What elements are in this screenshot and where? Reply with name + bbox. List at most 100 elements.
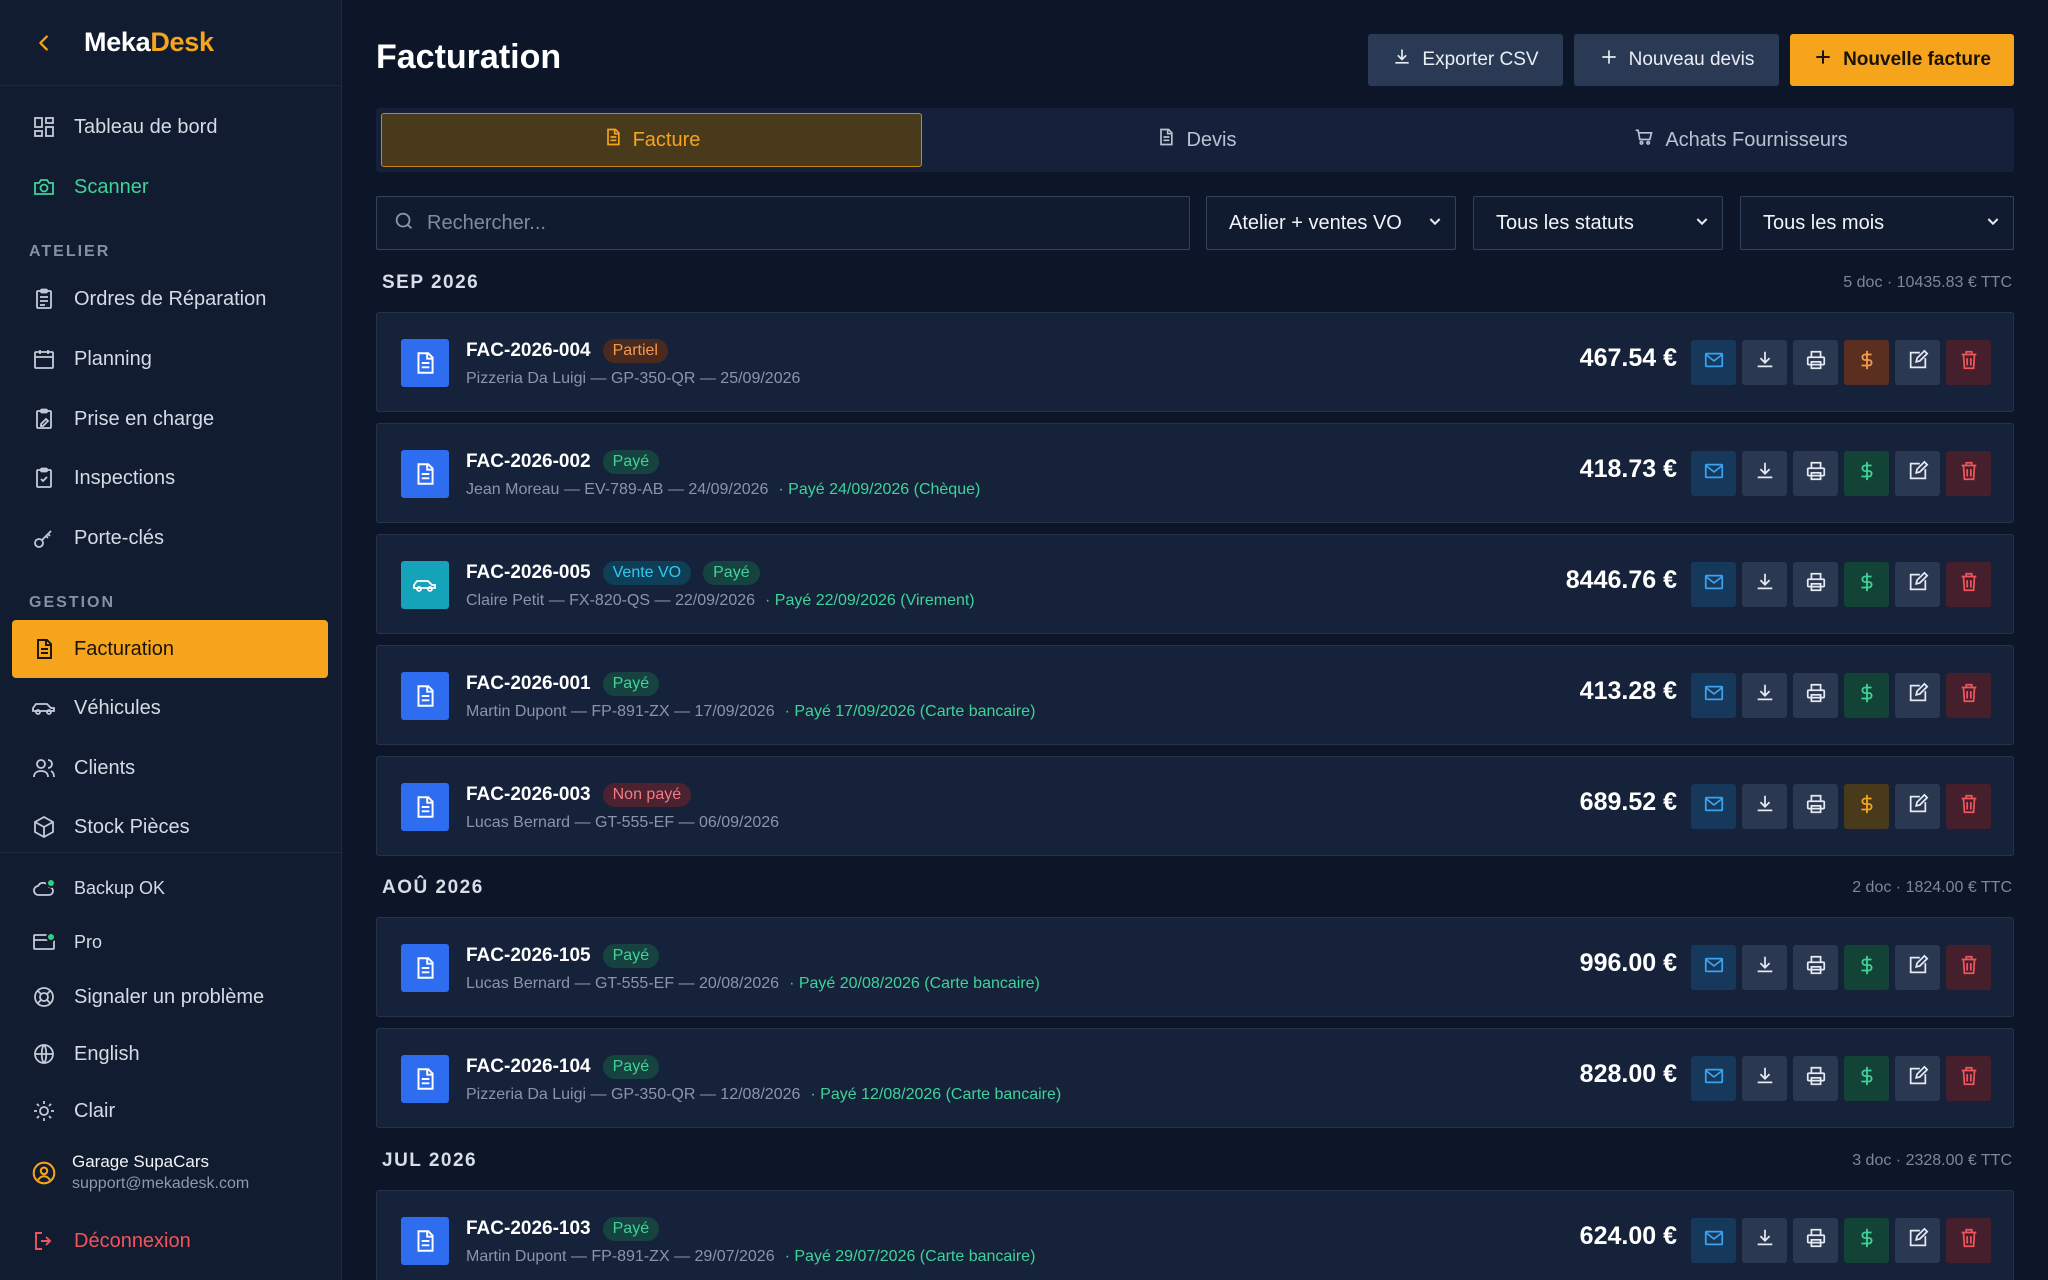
invoice-row[interactable]: FAC-2026-001 Payé Martin Dupont — FP-891-Z… bbox=[376, 645, 2014, 745]
delete-button[interactable] bbox=[1946, 340, 1991, 385]
download-pdf-button[interactable] bbox=[1742, 673, 1787, 718]
invoice-row[interactable]: FAC-2026-103 Payé Martin Dupont — FP-891-Z… bbox=[376, 1190, 2014, 1280]
sidebar-item-scanner[interactable]: Scanner bbox=[12, 158, 328, 216]
invoice-row[interactable]: FAC-2026-003 Non payé Lucas Bernard — GT-5… bbox=[376, 756, 2014, 856]
invoice-row[interactable]: FAC-2026-002 Payé Jean Moreau — EV-789-AB … bbox=[376, 423, 2014, 523]
sidebar-item-plan[interactable]: Pro bbox=[12, 913, 328, 971]
search-box[interactable] bbox=[376, 196, 1190, 250]
sidebar-item-repair-orders[interactable]: Ordres de Réparation bbox=[12, 270, 328, 328]
print-button[interactable] bbox=[1793, 451, 1838, 496]
edit-button[interactable] bbox=[1895, 562, 1940, 607]
sidebar-item-label: Porte-clés bbox=[74, 526, 165, 549]
invoice-row[interactable]: FAC-2026-004 Partiel Pizzeria Da Luigi — G… bbox=[376, 312, 2014, 412]
sidebar-item-vehicles[interactable]: Véhicules bbox=[12, 679, 328, 737]
delete-button[interactable] bbox=[1946, 1218, 1991, 1263]
invoice-row[interactable]: FAC-2026-104 Payé Pizzeria Da Luigi — GP-3… bbox=[376, 1028, 2014, 1128]
send-email-button[interactable] bbox=[1691, 562, 1736, 607]
record-payment-button[interactable] bbox=[1844, 784, 1889, 829]
tab-invoice[interactable]: Facture bbox=[381, 113, 922, 167]
edit-button[interactable] bbox=[1895, 451, 1940, 496]
tab-supplier-purchases[interactable]: Achats Fournisseurs bbox=[1470, 113, 2011, 167]
status-dot bbox=[46, 878, 56, 888]
sidebar-item-stock[interactable]: Stock Pièces bbox=[12, 798, 328, 856]
edit-icon bbox=[1907, 954, 1929, 981]
print-button[interactable] bbox=[1793, 784, 1838, 829]
send-email-button[interactable] bbox=[1691, 451, 1736, 496]
new-invoice-button[interactable]: Nouvelle facture bbox=[1790, 34, 2014, 86]
download-pdf-button[interactable] bbox=[1742, 340, 1787, 385]
send-email-button[interactable] bbox=[1691, 673, 1736, 718]
record-payment-button[interactable] bbox=[1844, 451, 1889, 496]
record-payment-button[interactable] bbox=[1844, 673, 1889, 718]
sidebar-item-report-problem[interactable]: Signaler un problème bbox=[12, 968, 328, 1026]
download-pdf-button[interactable] bbox=[1742, 945, 1787, 990]
export-csv-button[interactable]: Exporter CSV bbox=[1368, 34, 1563, 86]
delete-button[interactable] bbox=[1946, 562, 1991, 607]
sidebar-item-planning[interactable]: Planning bbox=[12, 330, 328, 388]
payment-info: · Payé 29/07/2026 (Carte bancaire) bbox=[784, 1248, 1036, 1265]
invoice-row[interactable]: FAC-2026-005 Vente VO Payé Claire Petit — F… bbox=[376, 534, 2014, 634]
edit-button[interactable] bbox=[1895, 340, 1940, 385]
record-payment-button[interactable] bbox=[1844, 1056, 1889, 1101]
delete-button[interactable] bbox=[1946, 451, 1991, 496]
edit-button[interactable] bbox=[1895, 673, 1940, 718]
invoice-row[interactable]: FAC-2026-105 Payé Lucas Bernard — GT-555-E… bbox=[376, 917, 2014, 1017]
sidebar-item-language[interactable]: English bbox=[12, 1025, 328, 1083]
logout-button[interactable]: Déconnexion bbox=[12, 1212, 328, 1270]
record-payment-button[interactable] bbox=[1844, 945, 1889, 990]
send-email-button[interactable] bbox=[1691, 340, 1736, 385]
delete-button[interactable] bbox=[1946, 945, 1991, 990]
status-select[interactable]: Tous les statuts bbox=[1473, 196, 1723, 250]
record-payment-button[interactable] bbox=[1844, 562, 1889, 607]
sidebar-item-clients[interactable]: Clients bbox=[12, 739, 328, 797]
search-input[interactable] bbox=[427, 211, 1167, 235]
sidebar-item-keychain[interactable]: Porte-clés bbox=[12, 509, 328, 567]
download-pdf-button[interactable] bbox=[1742, 1218, 1787, 1263]
delete-button[interactable] bbox=[1946, 1056, 1991, 1101]
edit-button[interactable] bbox=[1895, 1056, 1940, 1101]
chevron-down-icon bbox=[1694, 212, 1710, 235]
status-badge: Payé bbox=[602, 1217, 660, 1241]
delete-button[interactable] bbox=[1946, 784, 1991, 829]
send-email-button[interactable] bbox=[1691, 784, 1736, 829]
print-button[interactable] bbox=[1793, 562, 1838, 607]
tab-quote[interactable]: Devis bbox=[926, 113, 1467, 167]
send-email-button[interactable] bbox=[1691, 1218, 1736, 1263]
print-button[interactable] bbox=[1793, 1218, 1838, 1263]
invoice-amount: 418.73 € bbox=[1579, 455, 1677, 483]
user-profile[interactable]: Garage SupaCars support@mekadesk.com bbox=[30, 1152, 249, 1193]
print-button[interactable] bbox=[1793, 1056, 1838, 1101]
sidebar-item-backup[interactable]: Backup OK bbox=[12, 859, 328, 917]
record-payment-button[interactable] bbox=[1844, 1218, 1889, 1263]
download-pdf-button[interactable] bbox=[1742, 562, 1787, 607]
calendar-icon bbox=[30, 345, 58, 373]
delete-button[interactable] bbox=[1946, 673, 1991, 718]
edit-button[interactable] bbox=[1895, 784, 1940, 829]
send-email-button[interactable] bbox=[1691, 1056, 1736, 1101]
select-value: Atelier + ventes VO bbox=[1229, 211, 1402, 234]
invoice-details: Martin Dupont — FP-891-ZX — 17/09/2026 · … bbox=[466, 703, 1035, 721]
edit-button[interactable] bbox=[1895, 1218, 1940, 1263]
download-pdf-button[interactable] bbox=[1742, 1056, 1787, 1101]
edit-button[interactable] bbox=[1895, 945, 1940, 990]
sidebar-item-intake[interactable]: Prise en charge bbox=[12, 390, 328, 448]
payment-info: · Payé 20/08/2026 (Carte bancaire) bbox=[789, 975, 1040, 992]
new-quote-button[interactable]: Nouveau devis bbox=[1574, 34, 1779, 86]
dollar-icon bbox=[1856, 1227, 1878, 1254]
print-button[interactable] bbox=[1793, 673, 1838, 718]
trash-icon bbox=[1958, 1227, 1980, 1254]
print-button[interactable] bbox=[1793, 340, 1838, 385]
sidebar-item-theme[interactable]: Clair bbox=[12, 1082, 328, 1140]
sidebar-item-billing[interactable]: Facturation bbox=[12, 620, 328, 678]
print-button[interactable] bbox=[1793, 945, 1838, 990]
sidebar-item-dashboard[interactable]: Tableau de bord bbox=[12, 98, 328, 156]
chevron-left-icon[interactable] bbox=[30, 29, 58, 57]
download-pdf-button[interactable] bbox=[1742, 451, 1787, 496]
send-email-button[interactable] bbox=[1691, 945, 1736, 990]
scope-select[interactable]: Atelier + ventes VO bbox=[1206, 196, 1456, 250]
download-pdf-button[interactable] bbox=[1742, 784, 1787, 829]
mail-icon bbox=[1703, 954, 1725, 981]
sidebar-item-inspections[interactable]: Inspections bbox=[12, 449, 328, 507]
record-payment-button[interactable] bbox=[1844, 340, 1889, 385]
month-select[interactable]: Tous les mois bbox=[1740, 196, 2014, 250]
